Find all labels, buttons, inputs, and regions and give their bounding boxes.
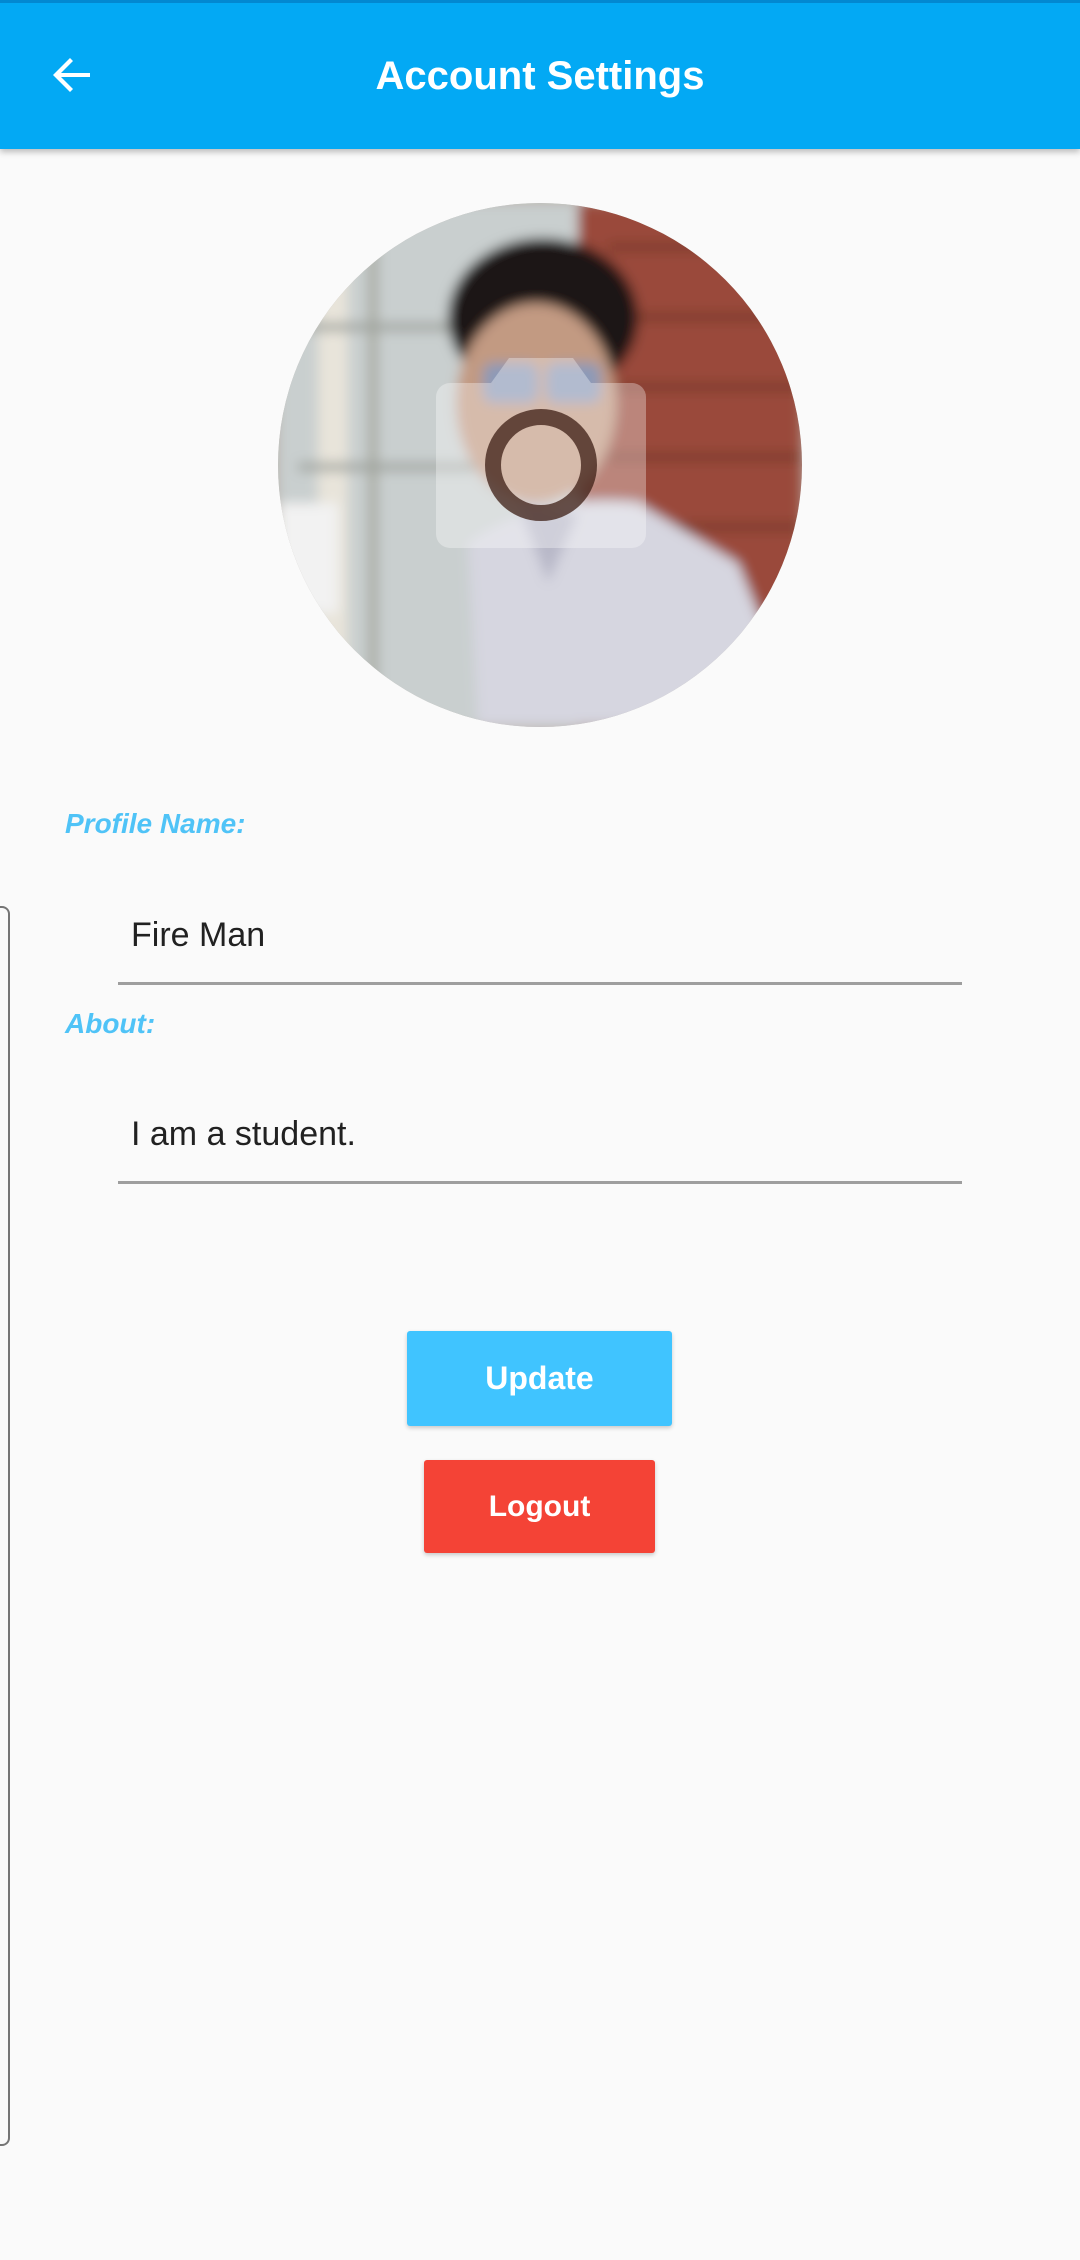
camera-icon (436, 358, 646, 548)
logout-button[interactable]: Logout (424, 1460, 655, 1553)
app-bar: Account Settings (0, 0, 1080, 149)
about-label: About: (65, 1008, 156, 1039)
profile-name-field[interactable] (118, 889, 962, 985)
profile-avatar[interactable] (278, 203, 802, 727)
update-button[interactable]: Update (407, 1331, 672, 1426)
profile-name-label: Profile Name: (65, 808, 246, 839)
about-field[interactable] (118, 1088, 962, 1184)
page-title: Account Settings (375, 53, 705, 98)
side-scrollbar[interactable] (0, 906, 10, 2146)
